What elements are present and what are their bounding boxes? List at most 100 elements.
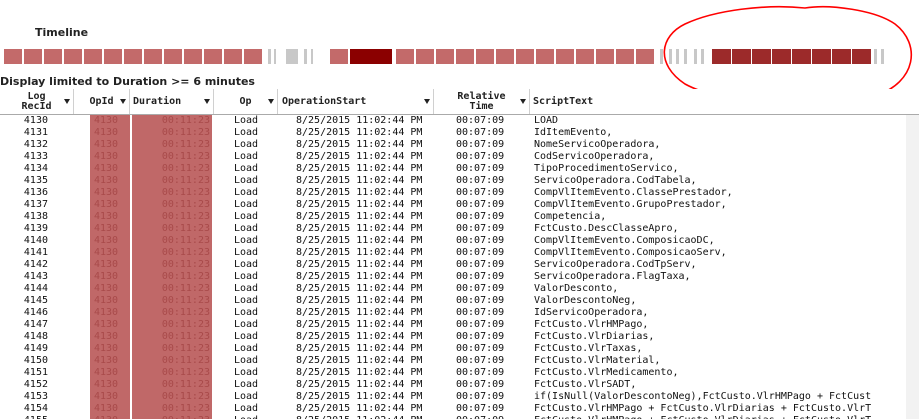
timeline-segment[interactable] (436, 49, 454, 64)
table-row[interactable]: 4153 4130 00:11:23 Load 8/25/2015 11:02:44 P… (0, 391, 919, 403)
timeline-segment[interactable] (516, 49, 534, 64)
cell-script-text: ServicoOperadora.FlagTaxa, (534, 271, 691, 282)
timeline-segment[interactable] (24, 49, 42, 64)
timeline-segment[interactable] (311, 49, 313, 64)
table-row[interactable]: 4132 4130 00:11:23 Load 8/25/2015 11:02:44 P… (0, 139, 919, 151)
sort-dropdown-icon[interactable] (204, 99, 210, 104)
table-row[interactable]: 4154 4130 00:11:23 Load 8/25/2015 11:02:44 P… (0, 403, 919, 415)
timeline-segment[interactable] (64, 49, 82, 64)
timeline-segment[interactable] (224, 49, 242, 64)
timeline-segment[interactable] (456, 49, 474, 64)
vertical-scrollbar[interactable] (906, 115, 919, 419)
timeline-segment[interactable] (84, 49, 102, 64)
timeline-segment[interactable] (274, 49, 276, 64)
table-row[interactable]: 4131 4130 00:11:23 Load 8/25/2015 11:02:44 P… (0, 127, 919, 139)
timeline-segment[interactable] (496, 49, 514, 64)
cell-operation-start: 8/25/2015 11:02:44 PM (296, 271, 423, 282)
timeline-segment[interactable] (881, 49, 884, 64)
table-row[interactable]: 4134 4130 00:11:23 Load 8/25/2015 11:02:44 P… (0, 163, 919, 175)
timeline-segment[interactable] (712, 49, 731, 64)
table-row[interactable]: 4151 4130 00:11:23 Load 8/25/2015 11:02:44 P… (0, 367, 919, 379)
timeline-segment[interactable] (832, 49, 851, 64)
timeline-segment[interactable] (684, 49, 687, 64)
cell-operation-start: 8/25/2015 11:02:44 PM (280, 415, 432, 419)
table-row[interactable]: 4135 4130 00:11:23 Load 8/25/2015 11:02:44 P… (0, 175, 919, 187)
timeline-segment[interactable] (416, 49, 434, 64)
table-row[interactable]: 4145 4130 00:11:23 Load 8/25/2015 11:02:44 P… (0, 295, 919, 307)
table-row[interactable]: 4143 4130 00:11:23 Load 8/25/2015 11:02:44 P… (0, 271, 919, 283)
table-row[interactable]: 4152 4130 00:11:23 Load 8/25/2015 11:02:44 P… (0, 379, 919, 391)
table-row[interactable]: 4133 4130 00:11:23 Load 8/25/2015 11:02:44 P… (0, 151, 919, 163)
timeline-segment[interactable] (636, 49, 654, 64)
timeline-segment[interactable] (556, 49, 574, 64)
sort-dropdown-icon[interactable] (520, 99, 526, 104)
column-header-opid[interactable]: OpId (74, 89, 130, 114)
table-row[interactable]: 4138 4130 00:11:23 Load 8/25/2015 11:02:44 P… (0, 211, 919, 223)
cell-operation-start: 8/25/2015 11:02:44 PM (296, 211, 423, 222)
table-row[interactable]: 4136 4130 00:11:23 Load 8/25/2015 11:02:44 P… (0, 187, 919, 199)
table-row[interactable]: 4148 4130 00:11:23 Load 8/25/2015 11:02:44 P… (0, 331, 919, 343)
timeline-segment[interactable] (701, 49, 704, 64)
sort-dropdown-icon[interactable] (424, 99, 430, 104)
table-row[interactable]: 4141 4130 00:11:23 Load 8/25/2015 11:02:44 P… (0, 247, 919, 259)
sort-dropdown-icon[interactable] (64, 99, 70, 104)
sort-dropdown-icon[interactable] (268, 99, 274, 104)
timeline-segment[interactable] (669, 49, 672, 64)
timeline-segment[interactable] (304, 49, 307, 64)
cell-operation-start: 8/25/2015 11:02:44 PM (296, 355, 423, 366)
timeline-segment[interactable] (330, 49, 348, 64)
timeline-segment[interactable] (124, 49, 142, 64)
timeline-segment[interactable] (184, 49, 202, 64)
timeline-segment[interactable] (694, 49, 697, 64)
column-header-op[interactable]: Op (214, 89, 278, 114)
timeline-segment[interactable] (874, 49, 877, 64)
table-row[interactable]: 4142 4130 00:11:23 Load 8/25/2015 11:02:44 P… (0, 259, 919, 271)
timeline-segment[interactable] (596, 49, 614, 64)
cell-script-text: CodServicoOperadora, (534, 151, 655, 162)
timeline-segment[interactable] (732, 49, 751, 64)
timeline-segment[interactable] (660, 49, 663, 64)
column-header-duration[interactable]: Duration (130, 89, 214, 114)
column-header-relative-time[interactable]: Relative Time (434, 89, 530, 114)
table-row[interactable]: 4139 4130 00:11:23 Load 8/25/2015 11:02:44 P… (0, 223, 919, 235)
timeline-segment[interactable] (752, 49, 771, 64)
column-header-script-text[interactable]: ScriptText (530, 89, 906, 114)
timeline-bar[interactable] (4, 49, 890, 64)
timeline-segment[interactable] (676, 49, 679, 64)
timeline-segment[interactable] (44, 49, 62, 64)
timeline-segment[interactable] (268, 49, 271, 64)
timeline-segment[interactable] (852, 49, 871, 64)
timeline-segment[interactable] (812, 49, 831, 64)
timeline-segment[interactable] (4, 49, 22, 64)
timeline-segment[interactable] (144, 49, 162, 64)
column-header-operation-start[interactable]: OperationStart (278, 89, 434, 114)
timeline-segment[interactable] (396, 49, 414, 64)
timeline-segment[interactable] (792, 49, 811, 64)
timeline-segment[interactable] (286, 49, 298, 64)
sort-dropdown-icon[interactable] (120, 99, 126, 104)
table-row[interactable]: 4155 413000:11:23 Load 8/25/2015 11:02:44 P… (0, 415, 919, 419)
table-row[interactable]: 4146 4130 00:11:23 Load 8/25/2015 11:02:44 P… (0, 307, 919, 319)
cell-opid: 4130 (90, 391, 130, 403)
timeline-segment[interactable] (616, 49, 634, 64)
table-row[interactable]: 4149 4130 00:11:23 Load 8/25/2015 11:02:44 P… (0, 343, 919, 355)
table-row[interactable]: 4140 4130 00:11:23 Load 8/25/2015 11:02:44 P… (0, 235, 919, 247)
table-row[interactable]: 4147 4130 00:11:23 Load 8/25/2015 11:02:44 P… (0, 319, 919, 331)
timeline-segment[interactable] (104, 49, 122, 64)
timeline-segment[interactable] (350, 49, 392, 64)
cell-duration: 00:11:23 (132, 127, 212, 139)
timeline-segment[interactable] (164, 49, 182, 64)
table-row[interactable]: 4130 4130 00:11:23 Load 8/25/2015 11:02:44 P… (0, 115, 919, 127)
cell-op: Load (234, 259, 259, 270)
timeline-segment[interactable] (244, 49, 262, 64)
timeline-segment[interactable] (576, 49, 594, 64)
table-row[interactable]: 4144 4130 00:11:23 Load 8/25/2015 11:02:44 P… (0, 283, 919, 295)
table-row[interactable]: 4150 4130 00:11:23 Load 8/25/2015 11:02:44 P… (0, 355, 919, 367)
timeline-segment[interactable] (772, 49, 791, 64)
timeline-segment[interactable] (476, 49, 494, 64)
column-header-log-recid[interactable]: Log RecId (0, 89, 74, 114)
cell-duration: 00:11:23 (132, 199, 212, 211)
timeline-segment[interactable] (536, 49, 554, 64)
table-row[interactable]: 4137 4130 00:11:23 Load 8/25/2015 11:02:44 P… (0, 199, 919, 211)
timeline-segment[interactable] (204, 49, 222, 64)
